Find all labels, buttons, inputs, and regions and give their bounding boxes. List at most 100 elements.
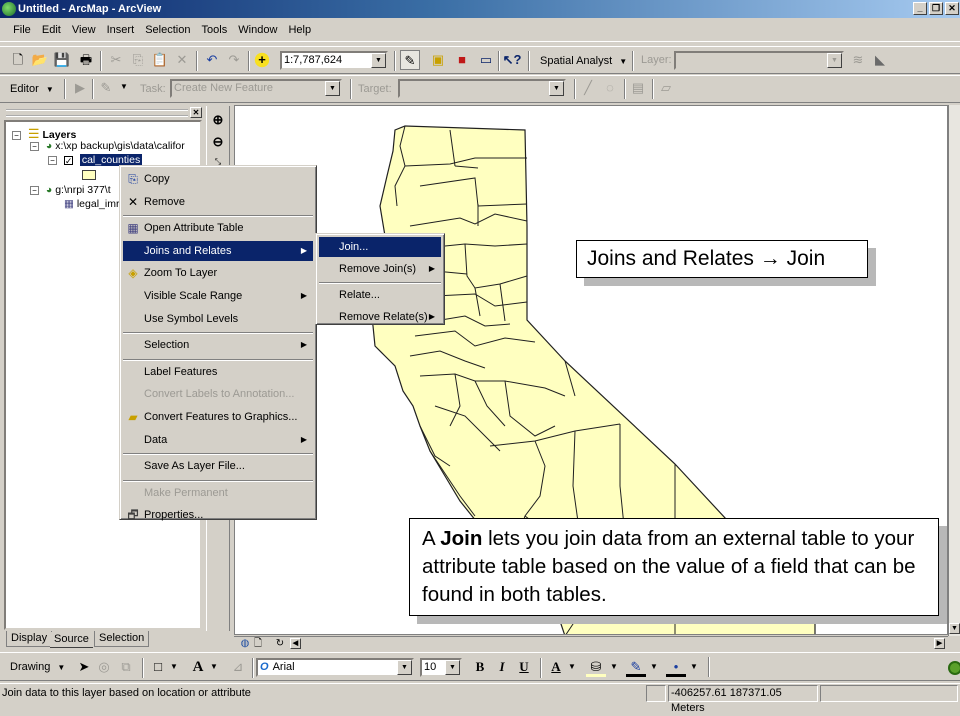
chevron-down-icon[interactable]: ▼ <box>549 81 564 96</box>
collapse-icon[interactable]: − <box>30 141 39 151</box>
vertical-scrollbar[interactable]: ▼ <box>948 105 960 636</box>
histogram-icon[interactable]: ≋ <box>848 50 868 70</box>
context-menu-item-convert-labels-to-annotation[interactable]: Convert Labels to Annotation... <box>123 384 313 404</box>
editor-toolbar-icon[interactable]: ✎ <box>400 50 420 70</box>
toc-data-frame[interactable]: − ◕ x:\xp backup\gis\data\califor <box>30 140 185 152</box>
split-tool-icon[interactable]: ╱ <box>578 78 598 98</box>
open-folder-icon[interactable]: 📂 <box>30 50 50 70</box>
refresh-icon[interactable]: ↻ <box>270 634 290 654</box>
collapse-icon[interactable]: − <box>48 155 57 165</box>
context-menu-item-visible-scale-range[interactable]: Visible Scale Range ▶ <box>123 286 313 306</box>
context-menu-item-zoom-to-layer[interactable]: ◈ Zoom To Layer <box>123 263 313 283</box>
profile-graph-icon[interactable]: ◣ <box>870 50 890 70</box>
zoom-out-icon[interactable]: ⊖ <box>208 132 228 152</box>
marker-color-icon[interactable]: • <box>666 657 686 677</box>
edit-vertices-icon[interactable]: ⊿ <box>228 657 248 677</box>
target-combo[interactable]: ▼ <box>398 79 566 98</box>
context-menu-item-convert-features-to-graphics[interactable]: ▰ Convert Features to Graphics... <box>123 407 313 427</box>
close-button[interactable]: ✕ <box>945 2 959 15</box>
delete-icon[interactable]: ✕ <box>172 50 192 70</box>
context-menu-item-remove[interactable]: ✕ Remove <box>123 192 313 212</box>
tab-source[interactable]: Source <box>50 632 93 648</box>
chevron-down-icon[interactable]: ▼ <box>397 660 412 675</box>
arccatalog-icon[interactable]: ▣ <box>428 50 448 70</box>
chevron-down-icon[interactable]: ▼ <box>610 662 618 671</box>
menu-selection[interactable]: Selection <box>141 20 194 40</box>
submenu-item-remove-join-s[interactable]: Remove Join(s) ▶ <box>319 259 441 279</box>
task-combo[interactable]: Create New Feature ▼ <box>170 79 342 98</box>
fill-color-icon[interactable]: ⛁ <box>586 657 606 677</box>
map-scale-combo[interactable]: 1:7,787,624 ▼ <box>280 51 388 70</box>
menu-view[interactable]: View <box>68 20 100 40</box>
font-size-combo[interactable]: 10 ▼ <box>420 658 462 677</box>
zoom-in-icon[interactable]: ⊕ <box>208 110 228 130</box>
context-menu-item-make-permanent[interactable]: Make Permanent <box>123 483 313 503</box>
chevron-down-icon[interactable]: ▼ <box>445 660 460 675</box>
text-tool-icon[interactable]: A <box>188 657 208 677</box>
edit-tool-icon[interactable]: ▶ <box>70 78 90 98</box>
chevron-down-icon[interactable]: ▼ <box>210 662 218 671</box>
editor-menu[interactable]: Editor ▼ <box>10 83 54 95</box>
sketch-properties-icon[interactable]: ▱ <box>656 78 676 98</box>
new-document-icon[interactable]: 🗋 <box>8 50 28 70</box>
context-menu-item-save-as-layer-file[interactable]: Save As Layer File... <box>123 456 313 476</box>
save-icon[interactable]: 💾 <box>52 50 72 70</box>
menu-tools[interactable]: Tools <box>198 20 232 40</box>
tab-selection[interactable]: Selection <box>94 631 150 647</box>
collapse-icon[interactable]: − <box>30 185 39 195</box>
font-color-icon[interactable]: A <box>546 657 566 677</box>
submenu-item-relate[interactable]: Relate... <box>319 285 441 305</box>
chevron-down-icon[interactable]: ▼ <box>650 662 658 671</box>
toc-grip[interactable] <box>6 109 188 117</box>
minimize-button[interactable]: _ <box>913 2 927 15</box>
layer-combo[interactable]: ▼ <box>674 51 844 70</box>
context-menu-item-selection[interactable]: Selection ▶ <box>123 335 313 355</box>
print-icon[interactable]: 🖶 <box>76 50 96 70</box>
map-view[interactable]: Joins and Relates → Join A Join lets you… <box>234 105 948 635</box>
chevron-down-icon[interactable]: ▼ <box>325 81 340 96</box>
chevron-down-icon[interactable]: ▼ <box>827 53 842 68</box>
toc-close-icon[interactable]: ✕ <box>190 107 202 118</box>
rotate-icon[interactable]: ◎ <box>94 657 114 677</box>
collapse-icon[interactable]: − <box>12 130 21 140</box>
paste-icon[interactable]: 📋 <box>150 50 170 70</box>
tab-display[interactable]: Display <box>6 631 53 647</box>
context-menu-item-data[interactable]: Data ▶ <box>123 430 313 450</box>
context-menu-item-properties[interactable]: 🗗 Properties... <box>123 505 313 525</box>
menu-help[interactable]: Help <box>284 20 315 40</box>
command-line-icon[interactable]: ▭ <box>476 50 496 70</box>
sketch-tool-icon[interactable]: ✎ <box>96 78 116 98</box>
scroll-left-icon[interactable]: ◀ <box>290 638 301 649</box>
context-menu-item-label-features[interactable]: Label Features <box>123 362 313 382</box>
font-combo[interactable]: O Arial ▼ <box>256 658 414 677</box>
toc-table[interactable]: ▦ legal_imr <box>64 198 119 210</box>
context-menu-item-joins-and-relates[interactable]: Joins and Relates ▶ <box>123 240 313 261</box>
redo-icon[interactable]: ↷ <box>224 50 244 70</box>
undo-icon[interactable]: ↶ <box>202 50 222 70</box>
bold-button[interactable]: B <box>470 657 490 677</box>
chevron-down-icon[interactable]: ▼ <box>120 82 128 91</box>
italic-button[interactable]: I <box>492 657 512 677</box>
context-menu-item-copy[interactable]: ⎘ Copy <box>123 169 313 189</box>
rotate-tool-icon[interactable]: ◌ <box>600 78 620 98</box>
drawing-menu[interactable]: Drawing ▼ <box>10 661 65 673</box>
menu-edit[interactable]: Edit <box>38 20 65 40</box>
chevron-down-icon[interactable]: ▼ <box>690 662 698 671</box>
chevron-down-icon[interactable]: ▼ <box>371 53 386 68</box>
context-menu-item-open-attribute-table[interactable]: ▦ Open Attribute Table <box>123 218 313 238</box>
zoom-to-selected-icon[interactable]: ⧉ <box>116 657 136 677</box>
scroll-right-icon[interactable]: ▶ <box>934 638 945 649</box>
spatial-analyst-menu[interactable]: Spatial Analyst ▼ <box>540 55 627 67</box>
arctoolbox-icon[interactable]: ■ <box>452 50 472 70</box>
submenu-item-join[interactable]: Join... <box>319 237 441 257</box>
layer-symbol-swatch[interactable] <box>82 170 96 180</box>
layout-view-icon[interactable]: 🗋 <box>248 634 268 654</box>
restore-button[interactable]: ❐ <box>929 2 943 15</box>
attributes-icon[interactable]: ▤ <box>628 78 648 98</box>
layer-visibility-checkbox[interactable]: ✓ <box>63 155 73 165</box>
select-elements-icon[interactable]: ➤ <box>74 657 94 677</box>
copy-icon[interactable]: ⎘ <box>128 50 148 70</box>
menu-file[interactable]: File <box>9 20 35 40</box>
rectangle-icon[interactable]: □ <box>148 657 168 677</box>
menu-window[interactable]: Window <box>234 20 281 40</box>
